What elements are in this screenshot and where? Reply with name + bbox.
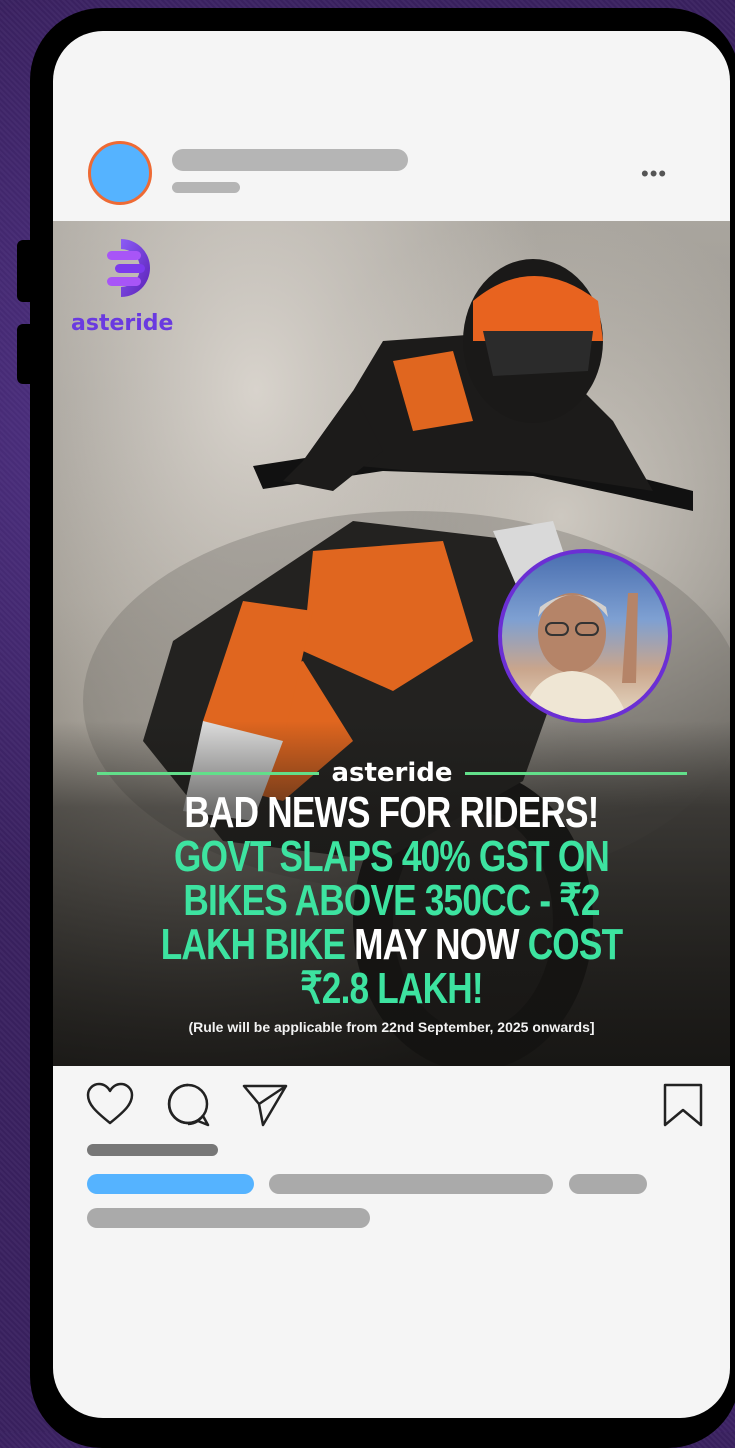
avatar[interactable] (88, 141, 152, 205)
heart-icon[interactable] (85, 1082, 135, 1126)
phone-screen: ••• asteride asteride BAD NEWS FOR RIDER… (53, 31, 730, 1418)
divider-brand-label: asteride (331, 758, 453, 788)
post-actions (53, 1066, 730, 1418)
username-placeholder[interactable] (172, 149, 408, 171)
divider-line-right (464, 771, 687, 775)
comments-link-placeholder[interactable] (87, 1208, 370, 1228)
divider-line-left (97, 771, 320, 775)
headline-divider: asteride (97, 756, 687, 790)
brand-logo-text: asteride (71, 311, 174, 336)
subtitle-placeholder (172, 182, 240, 193)
inset-portrait-photo (498, 549, 672, 723)
portrait-illustration (522, 593, 638, 719)
post-headline: BAD NEWS FOR RIDERS! GOVT SLAPS 40% GST … (145, 791, 639, 1011)
post-header: ••• (53, 31, 730, 221)
caption-more-placeholder[interactable] (569, 1174, 647, 1194)
headline-white-2: MAY NOW (354, 920, 528, 969)
send-icon[interactable] (241, 1082, 289, 1128)
post-image[interactable]: asteride asteride BAD NEWS FOR RIDERS! G… (53, 221, 730, 1066)
likes-count-placeholder[interactable] (87, 1144, 218, 1156)
post-footnote: (Rule will be applicable from 22nd Septe… (188, 1019, 595, 1035)
headline-white-1: BAD NEWS FOR RIDERS! (184, 788, 599, 837)
bookmark-icon[interactable] (661, 1082, 705, 1128)
asteride-logo-icon (107, 239, 150, 297)
more-options-icon[interactable]: ••• (641, 163, 667, 185)
caption-text-placeholder (269, 1174, 553, 1194)
caption-username-placeholder[interactable] (87, 1174, 254, 1194)
comment-icon[interactable] (165, 1082, 211, 1128)
